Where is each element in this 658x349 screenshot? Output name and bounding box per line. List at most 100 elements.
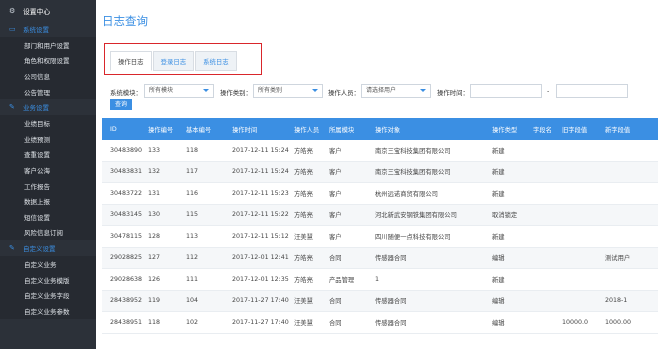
table-row[interactable]: 30483890 133 118 2017-12-11 15:24 方皓亮 客户 南京三宝科… xyxy=(102,140,658,162)
col-header[interactable]: 所属模块 xyxy=(329,125,375,134)
col-header[interactable]: 操作时间 xyxy=(232,125,294,134)
sidebar-item-sms[interactable]: 短信设置 xyxy=(0,208,96,225)
user-select[interactable]: 请选择用户 xyxy=(361,84,431,98)
table-cell: 新建 xyxy=(492,147,505,155)
sidebar-header-label: 设置中心 xyxy=(23,7,51,16)
sidebar-item-label: 自定义业务 xyxy=(24,260,57,269)
sidebar-item-risk[interactable]: 风险信息订阅 xyxy=(0,224,96,241)
table-cell: 汪美慧 xyxy=(294,298,313,306)
table-row[interactable]: 28438951 118 102 2017-11-27 17:40 汪美慧 合同 传感器合同… xyxy=(102,312,658,334)
table-cell: 客户 xyxy=(329,147,342,155)
table-cell: 117 xyxy=(186,168,199,176)
table-cell: 客户 xyxy=(329,233,342,241)
table-cell: 28438951 xyxy=(110,318,143,326)
table-cell: 30483722 xyxy=(110,189,143,197)
table-cell: 编辑 xyxy=(492,319,505,327)
table-cell: 2017-12-11 15:22 xyxy=(232,211,289,219)
sidebar-item-custom-params[interactable]: 自定义业务参数 xyxy=(0,302,96,319)
table-cell: 118 xyxy=(186,146,199,154)
sidebar-item-custom-template[interactable]: 自定义业务模版 xyxy=(0,271,96,288)
sidebar-group-system[interactable]: ▭ 系统设置 xyxy=(0,21,96,37)
table-cell: 传感器合同 xyxy=(375,255,407,263)
table-cell: 传感器合同 xyxy=(375,319,407,327)
table-cell: 112 xyxy=(186,254,199,262)
sidebar-item-dedup[interactable]: 查重设置 xyxy=(0,146,96,163)
table-row[interactable]: 30483145 130 115 2017-12-11 15:22 方皓亮 客户 河北新武安… xyxy=(102,204,658,226)
chevron-down-icon xyxy=(420,89,426,92)
sidebar-item-label: 自定义业务参数 xyxy=(24,307,70,316)
sidebar-item-label: 公司信息 xyxy=(24,72,50,81)
table-row[interactable]: 30478115 128 113 2017-12-11 15:12 汪美慧 客户 四川随便一… xyxy=(102,226,658,248)
sidebar-group-custom[interactable]: ✎ 自定义设置 xyxy=(0,240,96,256)
module-select[interactable]: 所有模块 xyxy=(144,84,214,98)
table-row[interactable]: 29028825 127 112 2017-12-01 12:41 方皓亮 合同 传感器合同… xyxy=(102,247,658,269)
type-select[interactable]: 所有类别 xyxy=(253,84,323,98)
sidebar-group-label: 自定义设置 xyxy=(23,245,56,254)
table-row[interactable]: 30483831 132 117 2017-12-11 15:24 方皓亮 客户 南京三宝科… xyxy=(102,161,658,183)
table-cell: 130 xyxy=(148,211,161,219)
query-button[interactable]: 查询 xyxy=(110,99,132,110)
table-cell: 方皓亮 xyxy=(294,147,313,155)
col-header[interactable]: 字段名 xyxy=(533,125,562,134)
sidebar-item-custom-fields[interactable]: 自定义业务字段 xyxy=(0,287,96,303)
table-cell: 104 xyxy=(186,297,199,305)
table-cell: 新建 xyxy=(492,233,505,241)
table-cell: 编辑 xyxy=(492,255,505,263)
table-cell: 2017-12-11 15:24 xyxy=(232,168,289,176)
table-cell: 客户 xyxy=(329,190,342,198)
table-header: ID 操作编号 基本编号 操作时间 操作人员 所属模块 操作对象 操作类型 字段… xyxy=(102,118,658,140)
sidebar-item-data-report[interactable]: 数据上报 xyxy=(0,193,96,209)
table-cell: 新建 xyxy=(492,190,505,198)
time-start-input[interactable] xyxy=(470,84,542,98)
sidebar-item-label: 查重设置 xyxy=(24,151,50,160)
table-cell: 方皓亮 xyxy=(294,190,313,198)
table-cell: 河北新武安钢铁集团有限公司 xyxy=(375,212,457,220)
sidebar-item-work-report[interactable]: 工作报告 xyxy=(0,177,96,194)
col-header[interactable]: 操作人员 xyxy=(294,125,329,134)
table-row[interactable]: 28438952 119 104 2017-11-27 17:40 汪美慧 合同 传感器合同… xyxy=(102,290,658,312)
col-header[interactable]: 操作编号 xyxy=(148,125,186,134)
table-cell: 南京三宝科技集团有限公司 xyxy=(375,147,451,155)
col-header[interactable]: 基本编号 xyxy=(186,125,232,134)
table-cell: 汪美慧 xyxy=(294,233,313,241)
sidebar-item-label: 风险信息订阅 xyxy=(24,229,63,238)
sidebar-item-announcements[interactable]: 公告管理 xyxy=(0,83,96,100)
table-row[interactable]: 29028638 126 111 2017-12-01 12:35 方皓亮 产品管理 1 新建 xyxy=(102,269,658,291)
main-content: 日志查询 操作日志 登录日志 系统日志 系统模块： 所有模块 操作类别： 所有类… xyxy=(96,0,658,349)
table-cell: 116 xyxy=(186,189,199,197)
time-end-input[interactable] xyxy=(556,84,628,98)
sidebar-item-label: 部门和用户设置 xyxy=(24,41,70,50)
table-cell: 南京三宝科技集团有限公司 xyxy=(375,169,451,177)
module-select-value: 所有模块 xyxy=(149,87,174,94)
sidebar-item-targets[interactable]: 业绩目标 xyxy=(0,115,96,131)
filter-bar: 系统模块： 所有模块 操作类别： 所有类别 操作人员： 请选择用户 操作时间： … xyxy=(110,82,658,112)
sidebar-header[interactable]: ⚙ 设置中心 xyxy=(0,0,96,21)
type-select-value: 所有类别 xyxy=(258,87,283,94)
sidebar-item-forecast[interactable]: 业绩预测 xyxy=(0,130,96,147)
col-header[interactable]: 旧字段值 xyxy=(562,125,605,134)
tab-login-log[interactable]: 登录日志 xyxy=(152,51,195,71)
table-row[interactable]: 30483722 131 116 2017-12-11 15:23 方皓亮 客户 杭州远诺商… xyxy=(102,183,658,205)
sidebar-item-label: 自定义业务模版 xyxy=(24,276,70,285)
table-cell: 131 xyxy=(148,189,161,197)
table-cell: 合同 xyxy=(329,319,342,327)
col-header[interactable]: 新字段值 xyxy=(605,125,658,134)
col-header[interactable]: 操作对象 xyxy=(375,125,492,134)
sidebar-group-business[interactable]: ✎ 业务设置 xyxy=(0,99,96,115)
sidebar-group-label: 业务设置 xyxy=(23,104,49,113)
sidebar-item-custom-business[interactable]: 自定义业务 xyxy=(0,256,96,272)
sidebar-item-public-pool[interactable]: 客户公海 xyxy=(0,162,96,178)
table-cell: 30483145 xyxy=(110,211,143,219)
tab-system-log[interactable]: 系统日志 xyxy=(195,51,237,71)
table-cell: 29028638 xyxy=(110,275,143,283)
sidebar-item-dept-users[interactable]: 部门和用户设置 xyxy=(0,37,96,53)
tab-operation-log[interactable]: 操作日志 xyxy=(110,51,152,71)
table-cell: 1 xyxy=(375,275,380,283)
gear-icon: ⚙ xyxy=(9,6,16,15)
sidebar-item-roles[interactable]: 角色和权限设置 xyxy=(0,52,96,69)
page-title: 日志查询 xyxy=(102,14,148,28)
sidebar-item-company-info[interactable]: 公司信息 xyxy=(0,68,96,84)
col-header[interactable]: ID xyxy=(102,126,148,133)
col-header[interactable]: 操作类型 xyxy=(492,125,533,134)
user-select-value: 请选择用户 xyxy=(366,87,397,94)
